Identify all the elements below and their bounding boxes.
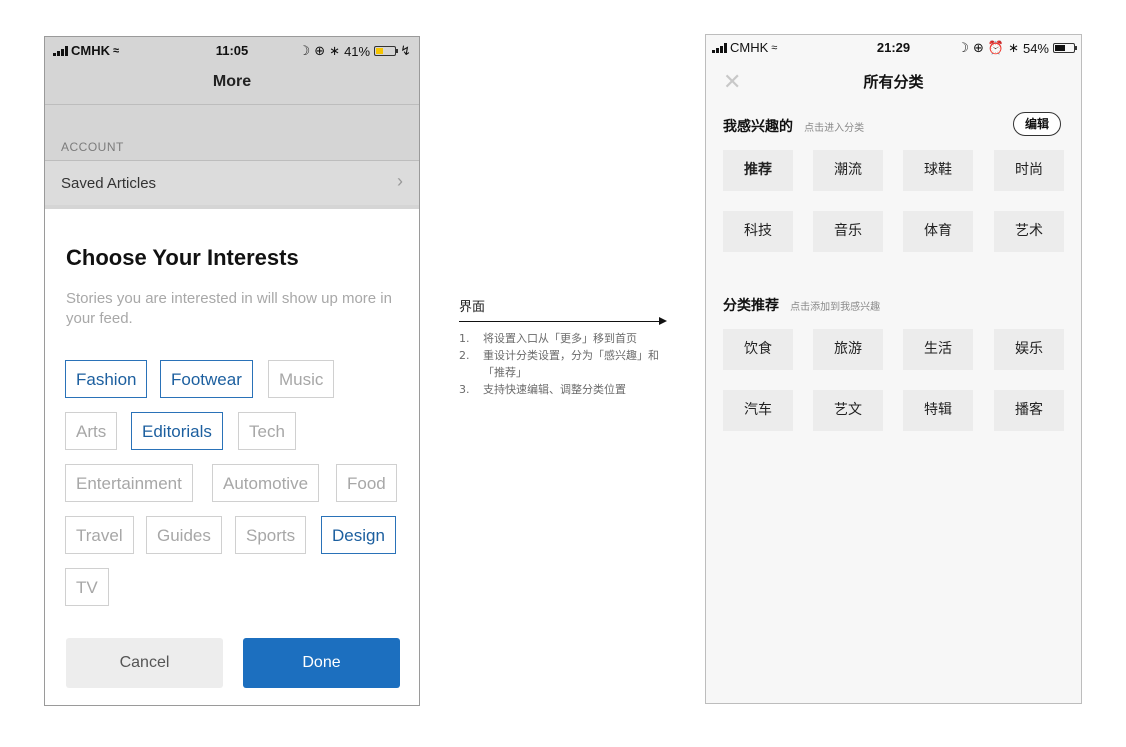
right-phone-screen: CMHK ≈ 21:29 ☽ ⊕ ⏰ ∗ 54% ✕ 所有分类 我感兴趣的 点击… [705, 34, 1082, 704]
category-tile[interactable]: 体育 [903, 211, 973, 252]
chevron-right-icon: › [397, 171, 403, 191]
annotation-list: 1. 将设置入口从「更多」移到首页 2. 重设计分类设置，分为「感兴趣」和「推荐… [459, 330, 674, 398]
section-hint: 点击进入分类 [804, 123, 865, 134]
status-right: ☽ ⊕ ⏰ ∗ 54% [957, 40, 1077, 56]
category-tile[interactable]: 饮食 [723, 329, 793, 370]
annotation-number: 1. [459, 332, 470, 345]
sheet-title: Choose Your Interests [66, 245, 299, 270]
annotation-text: 重设计分类设置，分为「感兴趣」和「推荐」 [483, 349, 659, 379]
alarm-icon: ⏰ [987, 40, 1005, 55]
status-bar: CMHK ≈ 21:29 ☽ ⊕ ⏰ ∗ 54% [706, 35, 1081, 61]
divider [45, 104, 419, 105]
category-tile[interactable]: 娱乐 [994, 329, 1064, 370]
sheet-subtitle: Stories you are interested in will show … [66, 290, 392, 327]
category-tile[interactable]: 艺术 [994, 211, 1064, 252]
battery-percent: 41% [344, 43, 371, 59]
battery-percent: 54% [1022, 40, 1049, 56]
category-tile[interactable]: 潮流 [813, 150, 883, 191]
interest-chip[interactable]: Automotive [212, 464, 320, 502]
interest-chip[interactable]: Guides [146, 516, 222, 554]
annotation-item: 3. 支持快速编辑、调整分类位置 [459, 381, 674, 398]
choose-interests-sheet: Choose Your Interests Stories you are in… [45, 209, 419, 705]
design-annotation: 界面 1. 将设置入口从「更多」移到首页 2. 重设计分类设置，分为「感兴趣」和… [459, 296, 669, 396]
annotation-text: 支持快速编辑、调整分类位置 [483, 383, 626, 396]
annotation-title: 界面 [459, 300, 486, 315]
status-bar: CMHK ≈ 11:05 ☽ ⊕ ∗ 41% ↯ [45, 37, 419, 63]
section-title: 分类推荐 [723, 298, 779, 314]
category-tile[interactable]: 推荐 [723, 150, 793, 191]
interest-chip[interactable]: Arts [65, 412, 118, 450]
interest-chip[interactable]: Food [336, 464, 397, 502]
interest-chip[interactable]: Entertainment [65, 464, 193, 502]
saved-articles-row[interactable]: Saved Articles › [45, 161, 419, 205]
section-title: 我感兴趣的 [723, 119, 793, 135]
interest-chip[interactable]: Editorials [131, 412, 223, 450]
moon-icon: ☽ [298, 43, 311, 58]
status-right: ☽ ⊕ ∗ 41% ↯ [299, 43, 411, 59]
annotation-item: 1. 将设置入口从「更多」移到首页 [459, 330, 674, 347]
interest-chip[interactable]: Tech [238, 412, 296, 450]
page-title: 所有分类 [863, 73, 924, 91]
category-tile[interactable]: 汽车 [723, 390, 793, 431]
category-tile[interactable]: 科技 [723, 211, 793, 252]
category-tile[interactable]: 生活 [903, 329, 973, 370]
lock-rotation-icon: ⊕ [314, 43, 326, 58]
recommend-section-header: 分类推荐 点击添加到我感兴趣 [723, 295, 880, 315]
account-section-header: ACCOUNT [61, 140, 124, 154]
charging-icon: ↯ [400, 43, 411, 58]
interest-chip[interactable]: Footwear [160, 360, 253, 398]
arrow-right-icon [459, 317, 667, 325]
interest-chip[interactable]: Music [268, 360, 335, 398]
left-phone-screen: CMHK ≈ 11:05 ☽ ⊕ ∗ 41% ↯ More ACCOUNT Sa… [44, 36, 420, 706]
interest-chip[interactable]: TV [65, 568, 109, 606]
category-tile[interactable]: 音乐 [813, 211, 883, 252]
interests-section-header: 我感兴趣的 点击进入分类 [723, 116, 864, 136]
annotation-number: 2. [459, 349, 470, 362]
battery-icon [1053, 43, 1077, 53]
battery-icon [374, 46, 399, 56]
interest-chip[interactable]: Travel [65, 516, 134, 554]
category-tile[interactable]: 旅游 [813, 329, 883, 370]
done-button[interactable]: Done [243, 638, 400, 688]
bluetooth-icon: ∗ [1008, 40, 1019, 55]
interest-chip[interactable]: Design [321, 516, 396, 554]
interest-chip[interactable]: Sports [235, 516, 307, 554]
lock-rotation-icon: ⊕ [972, 40, 984, 55]
category-tile[interactable]: 播客 [994, 390, 1064, 431]
category-tile[interactable]: 时尚 [994, 150, 1064, 191]
category-tile[interactable]: 球鞋 [903, 150, 973, 191]
annotation-item: 2. 重设计分类设置，分为「感兴趣」和「推荐」 [459, 347, 674, 381]
edit-button[interactable]: 编辑 [1013, 112, 1061, 136]
category-tile[interactable]: 特辑 [903, 390, 973, 431]
cancel-button[interactable]: Cancel [66, 638, 223, 688]
annotation-number: 3. [459, 383, 470, 396]
category-tile[interactable]: 艺文 [813, 390, 883, 431]
annotation-text: 将设置入口从「更多」移到首页 [483, 332, 637, 345]
interest-chip[interactable]: Fashion [65, 360, 148, 398]
moon-icon: ☽ [957, 40, 969, 55]
saved-articles-label: Saved Articles [61, 175, 157, 192]
bluetooth-icon: ∗ [329, 43, 341, 58]
nav-title: More [212, 73, 252, 90]
section-hint: 点击添加到我感兴趣 [790, 302, 881, 313]
